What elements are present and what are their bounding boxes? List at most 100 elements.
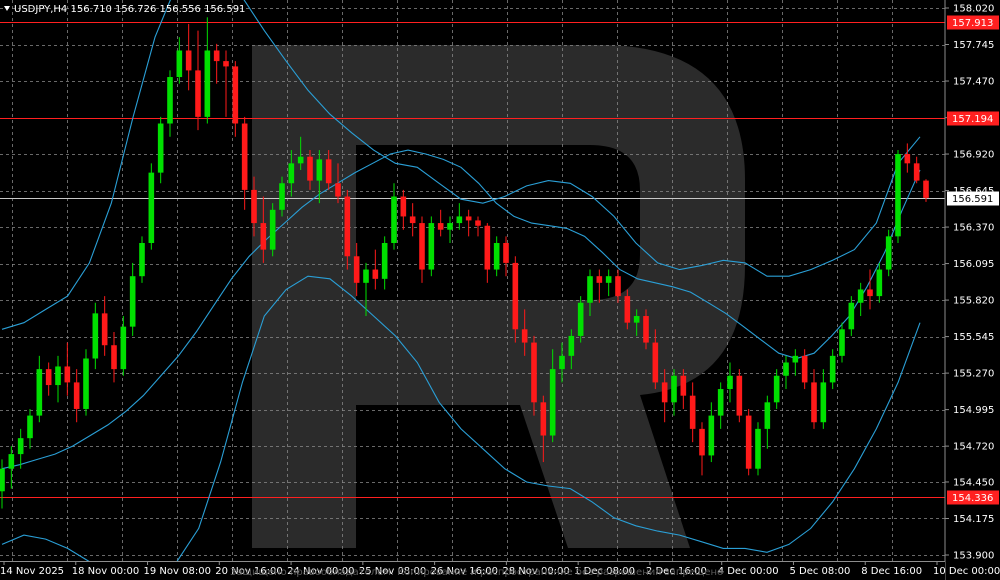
time-tick-label: 10 Dec 00:00 — [933, 566, 1000, 577]
bullish-candle — [493, 242, 500, 270]
bullish-candle — [17, 438, 24, 455]
price-tick-label: 155.820 — [953, 296, 994, 307]
price-chart[interactable]: 158.020157.745157.470157.194156.920156.6… — [0, 0, 1000, 580]
bearish-candle — [195, 70, 201, 117]
level-label: 157.913 — [952, 18, 993, 29]
bullish-candle — [92, 313, 99, 359]
bullish-candle — [120, 326, 127, 370]
bearish-candle — [643, 316, 649, 343]
bullish-candle — [269, 209, 276, 250]
bullish-candle — [36, 369, 43, 416]
price-tick-label: 157.745 — [953, 40, 994, 51]
bullish-candle — [8, 454, 15, 469]
bullish-candle — [391, 196, 397, 243]
bullish-candle — [559, 355, 565, 370]
bearish-candle — [372, 269, 379, 279]
bearish-candle — [251, 189, 257, 224]
bullish-candle — [876, 269, 883, 297]
price-tick-label: 156.095 — [953, 259, 994, 270]
bullish-candle — [727, 375, 733, 390]
bullish-candle — [773, 375, 780, 403]
price-tick-label: 153.900 — [953, 551, 994, 562]
price-tick-label: 158.020 — [953, 4, 994, 15]
bearish-candle — [923, 180, 929, 198]
bullish-candle — [129, 276, 136, 327]
bearish-candle — [512, 262, 519, 330]
bullish-candle — [83, 358, 89, 409]
bearish-candle — [307, 156, 313, 181]
bearish-candle — [344, 196, 351, 257]
level-label: 157.194 — [952, 114, 993, 125]
bearish-candle — [45, 369, 52, 386]
bullish-candle — [363, 269, 369, 283]
bearish-candle — [913, 163, 920, 181]
bullish-candle — [885, 236, 892, 270]
bearish-candle — [111, 345, 117, 370]
price-tick-label: 155.545 — [953, 332, 994, 343]
bullish-candle — [167, 77, 173, 124]
bearish-candle — [73, 382, 80, 409]
bearish-candle — [465, 216, 472, 221]
bearish-candle — [680, 375, 687, 396]
bearish-candle — [661, 382, 668, 403]
bearish-candle — [101, 313, 108, 346]
bullish-candle — [157, 123, 164, 173]
bullish-candle — [288, 163, 295, 184]
price-tick-label: 154.720 — [953, 442, 994, 453]
price-tick-label: 154.995 — [953, 405, 994, 416]
watermark-text: Защищено правообладателем. Копирование и… — [230, 567, 723, 578]
bullish-candle — [27, 415, 33, 439]
bullish-candle — [55, 366, 61, 386]
bullish-candle — [456, 216, 463, 224]
bearish-candle — [521, 329, 528, 343]
time-tick-label: 4 Dec 00:00 — [718, 566, 779, 577]
bullish-candle — [820, 382, 827, 423]
bearish-candle — [624, 296, 631, 323]
bearish-candle — [232, 66, 239, 124]
bearish-candle — [400, 196, 407, 217]
bearish-candle — [615, 276, 621, 297]
bearish-candle — [745, 415, 752, 469]
bullish-candle — [792, 355, 799, 363]
bearish-candle — [475, 220, 481, 226]
bullish-candle — [839, 329, 845, 356]
bullish-candle — [783, 362, 789, 376]
bearish-candle — [241, 123, 248, 190]
bearish-candle — [325, 159, 332, 184]
price-tick-label: 155.270 — [953, 369, 994, 380]
price-tick-label: 156.920 — [953, 150, 994, 161]
bearish-candle — [531, 342, 537, 403]
level-label: 154.336 — [952, 493, 993, 504]
bullish-candle — [148, 172, 155, 243]
bearish-candle — [652, 342, 659, 383]
bullish-candle — [717, 389, 724, 416]
bullish-candle — [764, 402, 771, 429]
bullish-candle — [605, 276, 612, 283]
bearish-candle — [437, 223, 444, 230]
bullish-candle — [297, 156, 304, 164]
current-price-label: 156.591 — [952, 194, 993, 205]
symbol-ohlc-readout: USDJPY,H4 156.710 156.726 156.556 156.59… — [14, 4, 245, 15]
bearish-candle — [353, 256, 360, 283]
bearish-candle — [260, 223, 267, 250]
bearish-candle — [335, 183, 341, 197]
bearish-candle — [419, 223, 425, 270]
bullish-candle — [428, 223, 435, 270]
bearish-candle — [801, 355, 808, 383]
bearish-candle — [699, 428, 705, 456]
bullish-candle — [568, 335, 575, 356]
bearish-candle — [540, 402, 547, 436]
bearish-candle — [64, 366, 71, 383]
bearish-candle — [596, 276, 603, 283]
bearish-candle — [811, 382, 817, 423]
bullish-candle — [857, 289, 864, 303]
bullish-candle — [176, 50, 183, 78]
bearish-candle — [213, 50, 220, 62]
bearish-candle — [736, 375, 743, 416]
price-tick-label: 154.175 — [953, 514, 994, 525]
bullish-candle — [0, 468, 5, 492]
bullish-candle — [204, 50, 211, 117]
bullish-candle — [577, 302, 584, 336]
bullish-candle — [708, 415, 715, 456]
bearish-candle — [185, 50, 192, 71]
